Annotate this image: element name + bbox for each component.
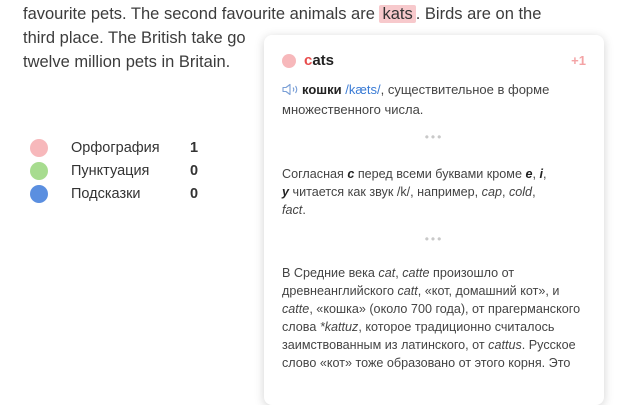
rule-text: , [532, 167, 540, 181]
essay-text-segment: favourite pets. The second favourite ani… [23, 5, 380, 23]
transcription: /kæts/ [345, 82, 381, 97]
hints-dot-icon [30, 185, 48, 203]
etym-word: cat [378, 266, 396, 280]
speaker-icon[interactable] [282, 83, 302, 101]
etym-word: *kattuz [319, 320, 359, 334]
stat-punctuation[interactable]: Пунктуация 0 [30, 160, 198, 182]
rule-letter: e [525, 167, 533, 181]
stat-label: Пунктуация [71, 163, 150, 179]
stat-spelling[interactable]: Орфография 1 [30, 137, 198, 159]
etymology-paragraph: В Средние века cat, catte произошло от д… [282, 264, 586, 372]
stat-label: Орфография [71, 140, 160, 156]
spelling-dot-icon [282, 54, 296, 68]
translation: кошки /kæts/, существительное в форме мн… [282, 81, 588, 119]
rule-text: перед всеми буквами кроме [354, 167, 526, 181]
suggested-word[interactable]: cats [304, 52, 334, 69]
translation-word: кошки [302, 82, 342, 97]
rule-text: Согласная [282, 167, 348, 181]
spelling-dot-icon [30, 139, 48, 157]
rule-letter: y [282, 185, 290, 199]
etym-text: В Средние века [282, 266, 379, 280]
misspelled-word[interactable]: kats [379, 5, 416, 23]
etym-text: , «кот, домашний кот», и [417, 284, 560, 298]
etym-word: catt [397, 284, 418, 298]
correction-popup: cats +1 кошки /kæts/, существительное в … [264, 35, 604, 405]
separator: ••• [424, 232, 444, 246]
essay-line-1: favourite pets. The second favourite ani… [23, 2, 621, 26]
popup-header: cats +1 [282, 52, 586, 73]
example-word: cap [481, 185, 502, 199]
stat-count: 0 [190, 186, 199, 202]
separator: ••• [424, 130, 444, 144]
stat-count: 0 [190, 163, 199, 179]
rule-text: читается как звук /k/, например, [289, 185, 482, 199]
etym-word: catte [282, 302, 310, 316]
rule-text: . [302, 203, 306, 217]
error-count-badge: +1 [571, 53, 586, 68]
rule-text: , [501, 185, 509, 199]
stat-hints[interactable]: Подсказки 0 [30, 183, 198, 205]
example-word: cold [508, 185, 533, 199]
rule-text: , [532, 185, 536, 199]
error-stats: Орфография 1 Пунктуация 0 Подсказки 0 [30, 137, 198, 206]
essay-text-segment: . Birds are on the [415, 5, 542, 23]
rule-paragraph: Согласная c перед всеми буквами кроме e,… [282, 165, 586, 219]
etym-word: cattus [488, 338, 522, 352]
word-rest: ats [312, 52, 335, 69]
stat-label: Подсказки [71, 186, 141, 202]
stat-count: 1 [190, 140, 199, 156]
etym-word: catte [402, 266, 430, 280]
punctuation-dot-icon [30, 162, 48, 180]
rule-text: , [543, 167, 547, 181]
example-word: fact [282, 203, 303, 217]
